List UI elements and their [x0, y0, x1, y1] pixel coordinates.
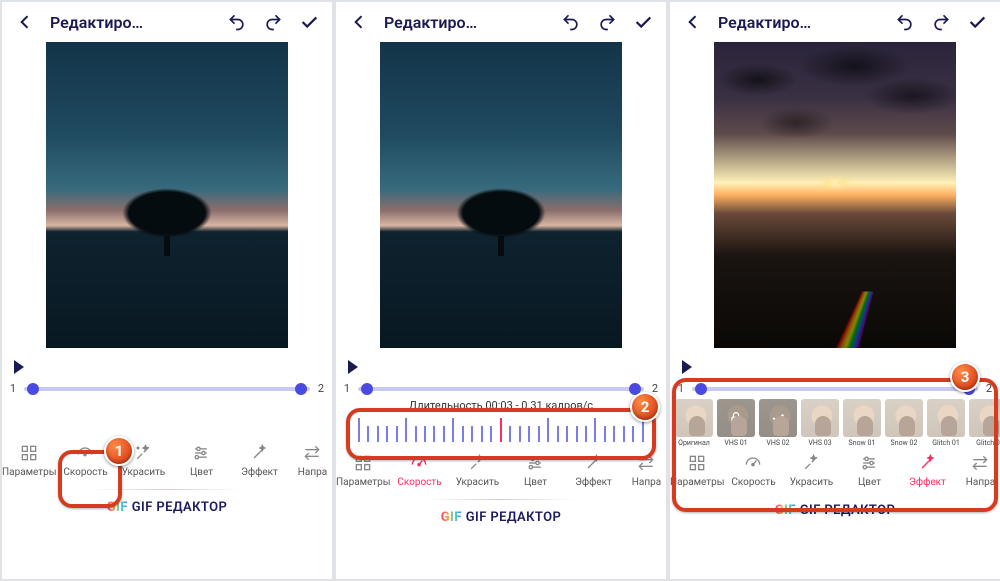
- tool-direction[interactable]: Напра: [956, 453, 1000, 488]
- brand-gif: GIF: [107, 500, 128, 515]
- play-icon[interactable]: [14, 360, 24, 374]
- spacer: [2, 395, 332, 435]
- tool-speed[interactable]: Скорость: [390, 453, 448, 488]
- undo-icon[interactable]: [222, 7, 252, 37]
- preview-image: [714, 42, 956, 348]
- confirm-icon[interactable]: [962, 7, 992, 37]
- confirm-icon[interactable]: [294, 7, 324, 37]
- page-title: Редактиро…: [384, 13, 550, 32]
- redo-icon[interactable]: [258, 7, 288, 37]
- redo-icon[interactable]: [592, 7, 622, 37]
- screen-1: Редактиро… 1 2 Параметры Скоро: [2, 2, 332, 579]
- play-icon[interactable]: [348, 360, 358, 374]
- header: Редактиро…: [336, 2, 666, 42]
- fx-original[interactable]: Оригинал: [674, 399, 714, 447]
- fx-snow01[interactable]: Snow 01: [842, 399, 882, 447]
- timeline-knob-right[interactable]: [295, 383, 307, 395]
- back-icon[interactable]: [678, 7, 708, 37]
- speed-panel: Длительность 00:03 - 0.31 кадров/с: [336, 395, 666, 445]
- undo-icon[interactable]: [556, 7, 586, 37]
- tool-speed[interactable]: Скорость: [724, 453, 782, 488]
- fx-glitch02[interactable]: Glitch 0: [968, 399, 1000, 447]
- play-icon[interactable]: [682, 360, 692, 374]
- tool-effect[interactable]: Эффект: [898, 453, 956, 488]
- tool-color[interactable]: Цвет: [840, 453, 898, 488]
- badge-3: 3: [950, 362, 980, 392]
- badge-1: 1: [104, 436, 134, 466]
- screen-3: Редактиро… 1 2 Оригинал VHS 01 VHS 02 VH…: [670, 2, 1000, 579]
- timeline-knob-left[interactable]: [27, 383, 39, 395]
- play-row: [336, 354, 666, 380]
- preview-image: [46, 42, 288, 348]
- redo-icon[interactable]: [926, 7, 956, 37]
- toolbar: Параметры Скорость Украсить Цвет Эффект …: [670, 449, 1000, 497]
- badge-2: 2: [630, 392, 660, 422]
- timeline-track[interactable]: [24, 387, 310, 391]
- back-icon[interactable]: [344, 7, 374, 37]
- tool-params[interactable]: Параметры: [670, 453, 724, 488]
- toolbar: Параметры Скорость Украсить Цвет Эффект …: [2, 435, 332, 489]
- brand-label: GIFGIF РЕДАКТОР: [336, 510, 666, 525]
- fx-vhs02[interactable]: VHS 02: [758, 399, 798, 447]
- fx-vhs03[interactable]: VHS 03: [800, 399, 840, 447]
- tool-effect[interactable]: Эффект: [230, 443, 288, 478]
- tool-params[interactable]: Параметры: [2, 443, 56, 478]
- timeline[interactable]: 1 2: [2, 382, 332, 395]
- fx-glitch01[interactable]: Glitch 01: [926, 399, 966, 447]
- timeline[interactable]: 1 2: [336, 382, 666, 395]
- tool-color[interactable]: Цвет: [172, 443, 230, 478]
- play-row: [2, 354, 332, 380]
- timeline-end: 2: [316, 382, 326, 395]
- undo-icon[interactable]: [890, 7, 920, 37]
- tool-color[interactable]: Цвет: [506, 453, 564, 488]
- tool-decorate[interactable]: Украсить: [448, 453, 506, 488]
- speed-ruler[interactable]: [354, 416, 648, 442]
- back-icon[interactable]: [10, 7, 40, 37]
- speed-marker[interactable]: [500, 418, 502, 442]
- page-title: Редактиро…: [718, 13, 884, 32]
- timeline[interactable]: 1 2: [670, 382, 1000, 395]
- tool-direction[interactable]: Напра: [288, 443, 332, 478]
- tool-direction[interactable]: Напра: [622, 453, 666, 488]
- fx-snow02[interactable]: Snow 02: [884, 399, 924, 447]
- fx-vhs01[interactable]: VHS 01: [716, 399, 756, 447]
- screen-2: Редактиро… 1 2 Длительность 00:03 - 0.31…: [336, 2, 666, 579]
- tool-effect[interactable]: Эффект: [564, 453, 622, 488]
- toolbar: Параметры Скорость Украсить Цвет Эффект …: [336, 445, 666, 499]
- timeline-start: 1: [8, 382, 18, 395]
- brand-label: GIFGIF РЕДАКТОР: [2, 500, 332, 515]
- header: Редактиро…: [670, 2, 1000, 42]
- confirm-icon[interactable]: [628, 7, 658, 37]
- effects-strip[interactable]: Оригинал VHS 01 VHS 02 VHS 03 Snow 01 Sn…: [670, 395, 1000, 449]
- preview-image: [380, 42, 622, 348]
- speed-duration-label: Длительность 00:03 - 0.31 кадров/с: [354, 399, 648, 412]
- brand-label: GIFGIF РЕДАКТОР: [670, 503, 1000, 518]
- tool-decorate[interactable]: Украсить: [782, 453, 840, 488]
- tool-params[interactable]: Параметры: [336, 453, 390, 488]
- header: Редактиро…: [2, 2, 332, 42]
- divider: [92, 489, 242, 490]
- page-title: Редактиро…: [50, 13, 216, 32]
